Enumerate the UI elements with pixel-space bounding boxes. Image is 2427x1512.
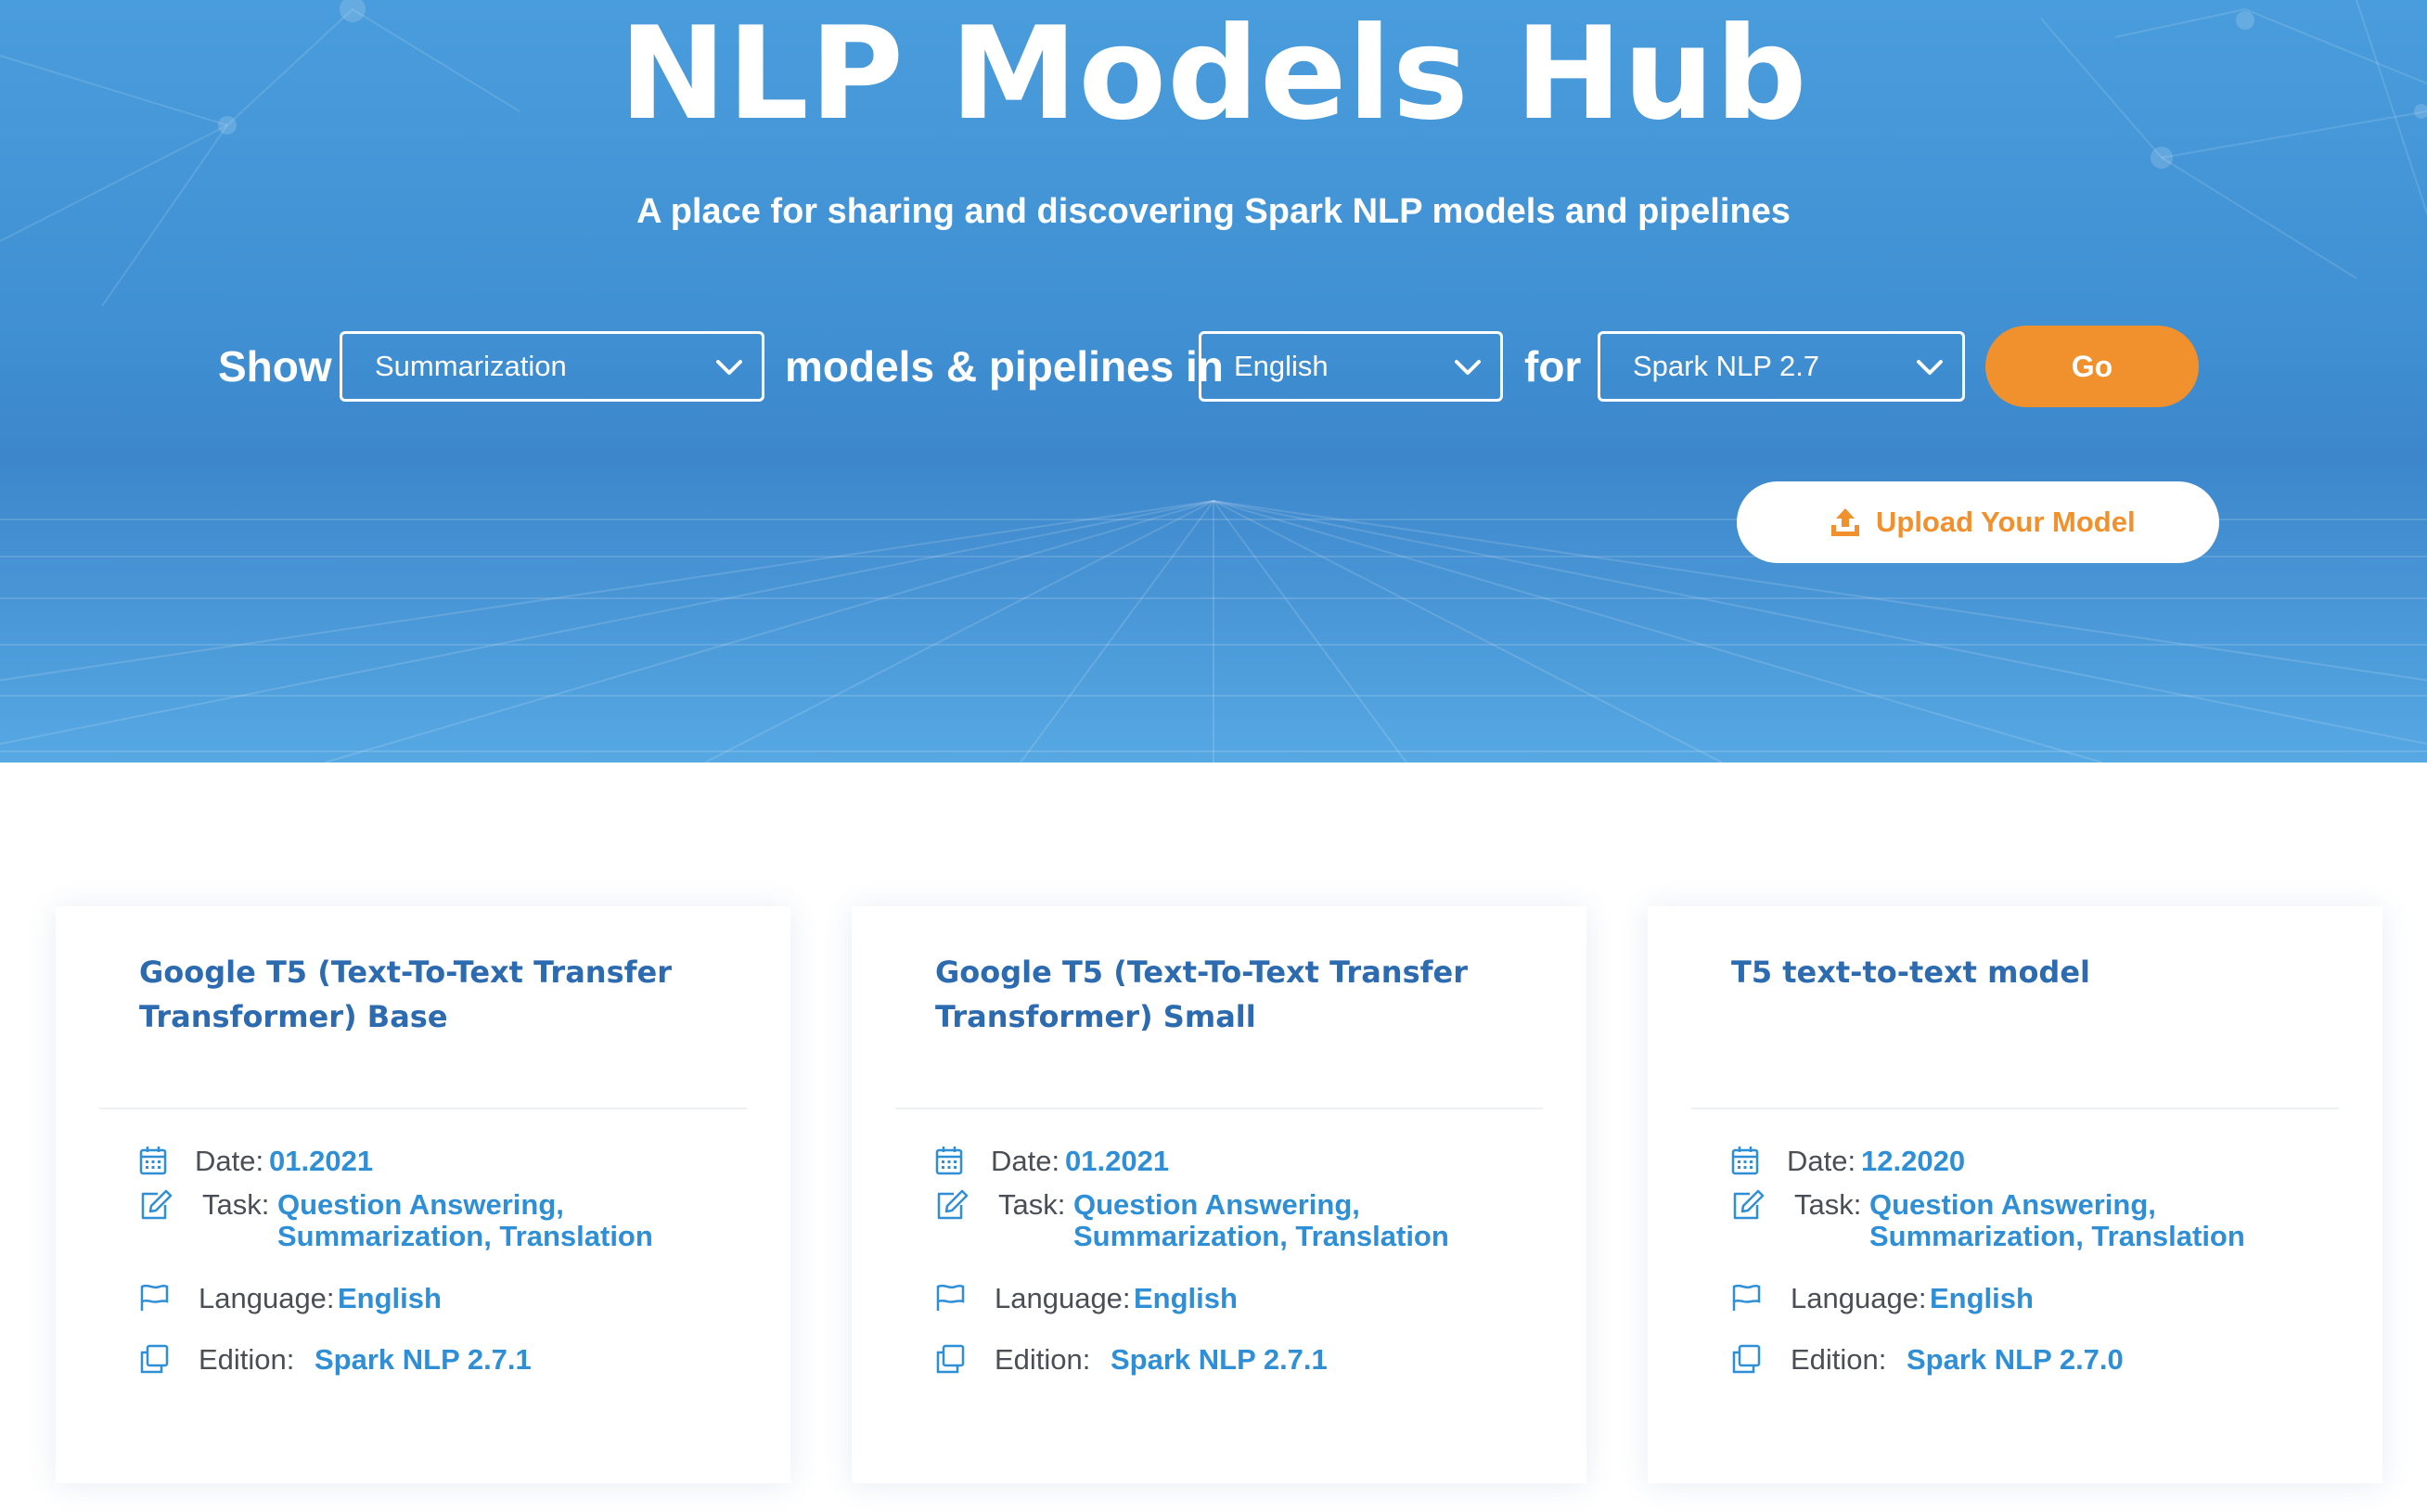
edit-icon bbox=[141, 1189, 173, 1220]
task-value[interactable]: Summarization, Translation bbox=[1869, 1221, 2245, 1252]
language-value[interactable]: English bbox=[1134, 1283, 1238, 1314]
task-value[interactable]: Summarization, Translation bbox=[277, 1221, 653, 1252]
task-value[interactable]: Summarization, Translation bbox=[1073, 1221, 1449, 1252]
date-label: Date: bbox=[1787, 1145, 1856, 1177]
language-label: Language: bbox=[199, 1282, 335, 1314]
edition-label: Edition: bbox=[995, 1343, 1091, 1376]
model-card: Google T5 (Text-To-Text Transfer Transfo… bbox=[852, 906, 1586, 1483]
edit-icon bbox=[1733, 1189, 1765, 1220]
model-title-line: T5 text-to-text model bbox=[1731, 955, 2090, 990]
card-divider bbox=[1691, 1108, 2339, 1109]
hero-banner: NLP Models Hub A place for sharing and d… bbox=[0, 0, 2427, 762]
copy-icon bbox=[936, 1344, 965, 1374]
task-label: Task: bbox=[998, 1188, 1066, 1221]
date-label: Date: bbox=[195, 1145, 264, 1177]
chevron-down-icon bbox=[1917, 360, 1943, 375]
model-title-line: Google T5 (Text-To-Text Transfer bbox=[935, 955, 1469, 990]
task-label: Task: bbox=[1794, 1188, 1862, 1221]
task-label: Task: bbox=[202, 1188, 270, 1221]
for-label: for bbox=[1524, 342, 1582, 391]
upload-model-button[interactable]: Upload Your Model bbox=[1737, 481, 2219, 563]
edition-value[interactable]: Spark NLP 2.7.1 bbox=[1111, 1344, 1328, 1376]
card-divider bbox=[99, 1108, 747, 1109]
models-pipelines-label: models & pipelines in bbox=[785, 342, 1224, 391]
language-value[interactable]: English bbox=[1930, 1283, 2034, 1314]
model-title-link[interactable]: Google T5 (Text-To-Text Transfer Transfo… bbox=[935, 950, 1510, 1039]
edit-icon bbox=[937, 1189, 969, 1220]
model-title-link[interactable]: Google T5 (Text-To-Text Transfer Transfo… bbox=[139, 950, 714, 1039]
edition-value[interactable]: Spark NLP 2.7.0 bbox=[1907, 1344, 2124, 1376]
upload-icon bbox=[1831, 508, 1859, 536]
task-value[interactable]: Question Answering, bbox=[1073, 1189, 1360, 1221]
flag-icon bbox=[140, 1284, 169, 1311]
show-label: Show bbox=[218, 342, 332, 391]
edition-label: Edition: bbox=[1791, 1343, 1887, 1376]
task-value[interactable]: Question Answering, bbox=[1869, 1189, 2156, 1221]
model-title-line: Transformer) Small bbox=[935, 999, 1256, 1034]
calendar-icon bbox=[139, 1147, 167, 1175]
language-select-value: English bbox=[1234, 350, 1329, 382]
page-title: NLP Models Hub bbox=[619, 0, 1808, 148]
copy-icon bbox=[1732, 1344, 1761, 1374]
date-value: 01.2021 bbox=[269, 1145, 374, 1177]
card-divider bbox=[895, 1108, 1543, 1109]
calendar-icon bbox=[935, 1147, 963, 1175]
language-value[interactable]: English bbox=[338, 1283, 442, 1314]
edition-select[interactable]: Spark NLP 2.7 bbox=[1598, 331, 1965, 402]
language-select[interactable]: English bbox=[1199, 331, 1503, 402]
page-subtitle: A place for sharing and discovering Spar… bbox=[636, 192, 1791, 231]
language-label: Language: bbox=[1791, 1282, 1927, 1314]
task-select-value: Summarization bbox=[375, 350, 567, 382]
flag-icon bbox=[1732, 1284, 1761, 1311]
date-value: 12.2020 bbox=[1861, 1145, 1966, 1177]
edition-select-value: Spark NLP 2.7 bbox=[1633, 350, 1820, 382]
task-select[interactable]: Summarization bbox=[340, 331, 764, 402]
go-button[interactable]: Go bbox=[1985, 326, 2199, 407]
model-card: T5 text-to-text model Date: 12.2020 Task… bbox=[1648, 906, 2382, 1483]
date-label: Date: bbox=[991, 1145, 1060, 1177]
upload-model-label: Upload Your Model bbox=[1876, 506, 2136, 538]
calendar-icon bbox=[1731, 1147, 1759, 1175]
model-title-line: Google T5 (Text-To-Text Transfer bbox=[139, 955, 673, 990]
copy-icon bbox=[140, 1344, 169, 1374]
model-card: Google T5 (Text-To-Text Transfer Transfo… bbox=[56, 906, 790, 1483]
chevron-down-icon bbox=[1455, 360, 1481, 375]
model-title-link[interactable]: T5 text-to-text model bbox=[1731, 950, 2306, 994]
language-label: Language: bbox=[995, 1282, 1131, 1314]
chevron-down-icon bbox=[716, 360, 742, 375]
date-value: 01.2021 bbox=[1065, 1145, 1170, 1177]
edition-label: Edition: bbox=[199, 1343, 295, 1376]
task-value[interactable]: Question Answering, bbox=[277, 1189, 564, 1221]
edition-value[interactable]: Spark NLP 2.7.1 bbox=[315, 1344, 532, 1376]
model-title-line: Transformer) Base bbox=[139, 999, 448, 1034]
flag-icon bbox=[936, 1284, 965, 1311]
